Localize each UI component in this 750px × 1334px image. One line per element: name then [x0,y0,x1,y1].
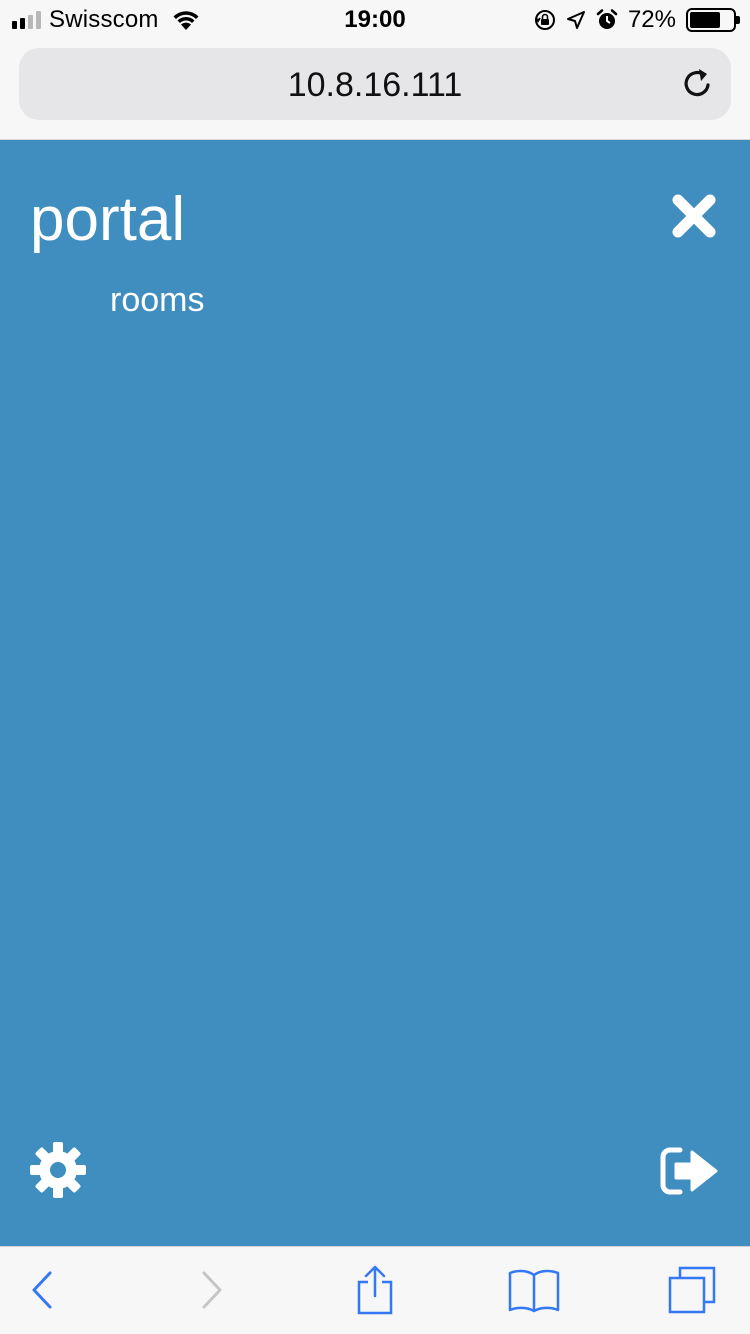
browser-address-area: 10.8.16.111 [0,40,750,140]
status-left: Swisscom [12,6,201,34]
wifi-icon [173,11,199,30]
share-icon [357,1265,393,1315]
url-text[interactable]: 10.8.16.111 [19,68,731,102]
orientation-lock-icon [534,10,555,30]
gear-icon[interactable] [28,1140,88,1200]
address-bar[interactable]: 10.8.16.111 [19,48,731,120]
battery-percent: 72% [627,6,676,33]
status-bar: Swisscom 19:00 72% [0,0,750,40]
status-right: 72% [534,6,740,34]
battery-level [690,12,721,28]
bookmarks-button[interactable] [506,1265,562,1315]
share-button[interactable] [347,1265,403,1315]
sign-out-icon[interactable] [658,1144,720,1198]
browser-toolbar [0,1246,750,1334]
battery-icon [686,8,740,32]
back-button[interactable] [14,1265,70,1315]
forward-button[interactable] [184,1265,240,1315]
tabs-icon [668,1266,716,1314]
book-icon [508,1269,560,1313]
carrier-name: Swisscom [49,6,159,33]
chevron-left-icon [32,1271,52,1309]
side-menu-panel: portal rooms [0,140,750,1246]
alarm-icon [596,9,618,29]
signal-icon [12,11,41,29]
close-icon[interactable] [670,192,718,240]
screen: Swisscom 19:00 72% 10.8.16.111 portal ro… [0,0,750,1334]
chevron-right-icon [202,1271,222,1309]
menu-item-rooms[interactable]: rooms [110,278,204,322]
tabs-button[interactable] [664,1265,720,1315]
location-icon [566,11,585,29]
page-title: portal [30,185,186,254]
reload-icon[interactable] [677,64,717,104]
